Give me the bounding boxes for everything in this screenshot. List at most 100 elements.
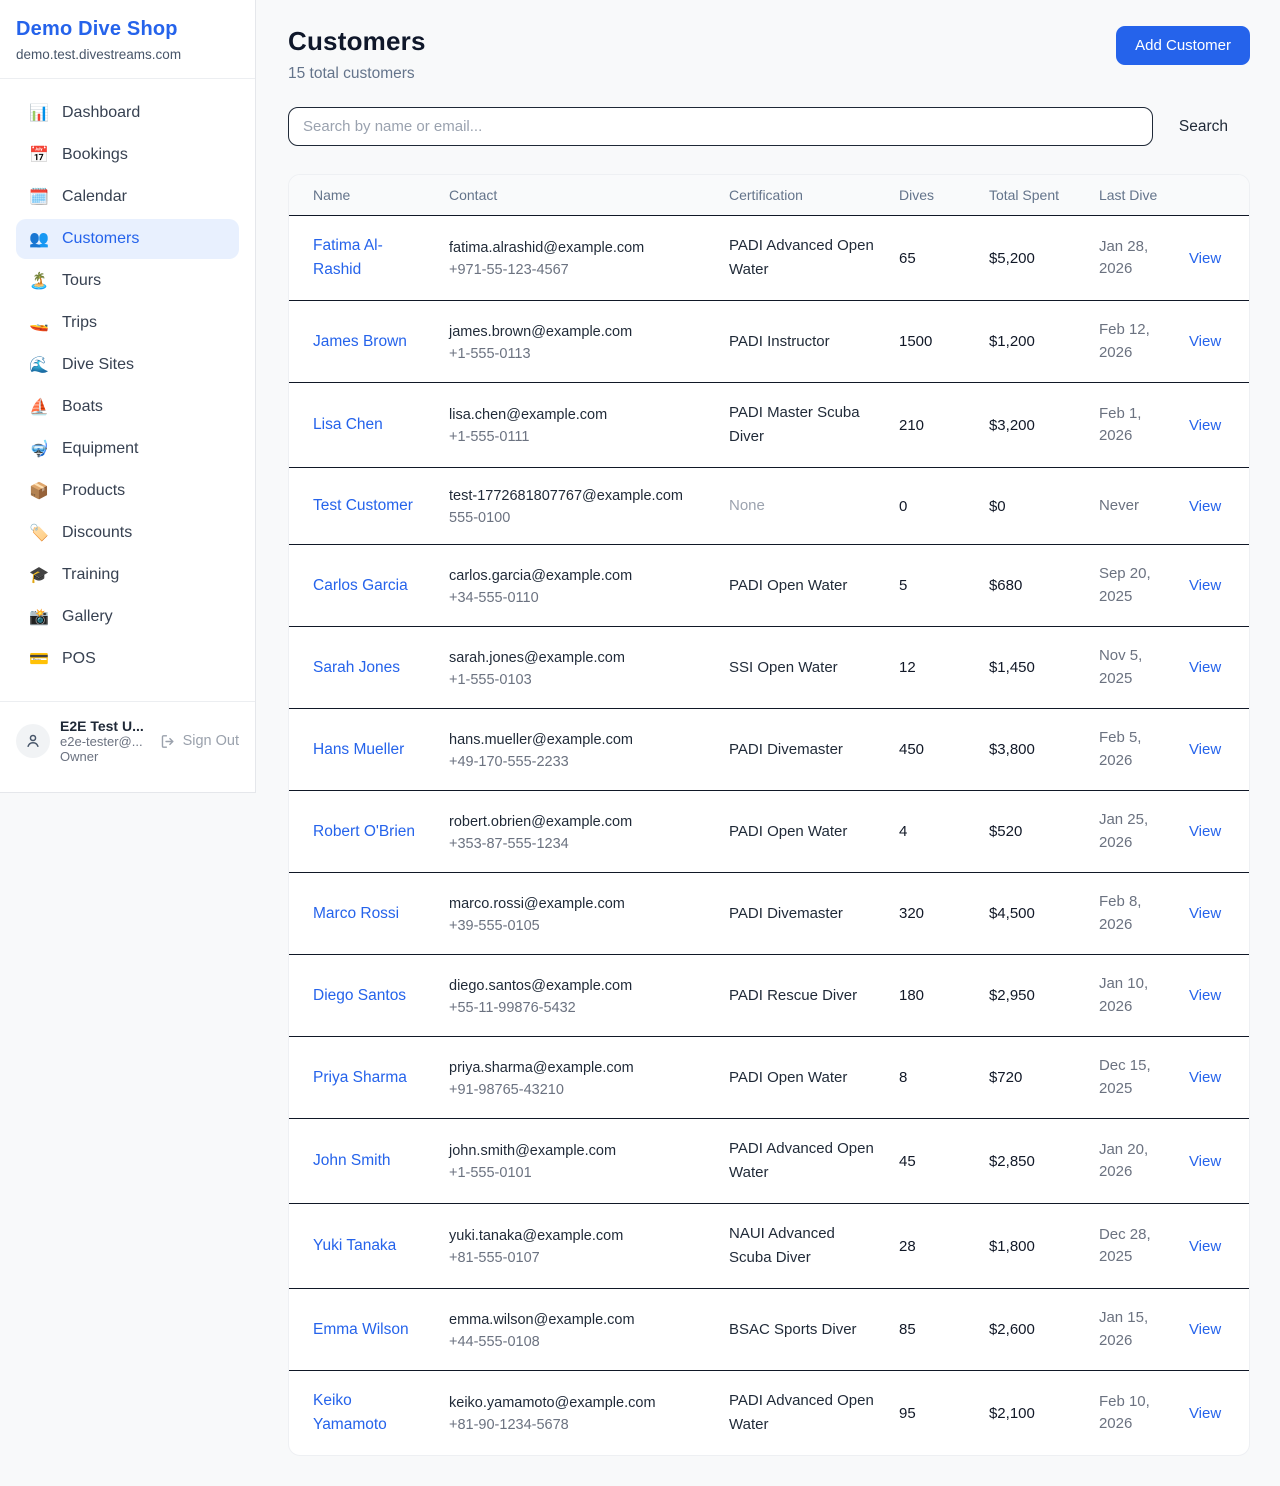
customer-total-spent: $2,600 [989,1321,1035,1338]
user-email: e2e-tester@... [60,734,150,749]
customer-name-link[interactable]: Test Customer [313,497,413,514]
avatar [16,724,50,758]
customer-email: marco.rossi@example.com [449,894,709,915]
customer-phone: +55-11-99876-5432 [449,1000,709,1016]
customer-phone: 555-0100 [449,510,709,526]
customer-certification: NAUI Advanced Scuba Diver [729,1225,835,1266]
wave-icon: 🌊 [28,355,50,375]
customer-table-body: Fatima Al-Rashid fatima.alrashid@example… [289,216,1249,1456]
sidebar-item-trips[interactable]: 🚤 Trips [16,303,239,343]
customer-name-link[interactable]: Carlos Garcia [313,577,408,594]
column-header-dives: Dives [889,175,979,216]
customer-email: john.smith@example.com [449,1141,709,1162]
sidebar-item-label: Boats [62,398,103,416]
customer-dives: 1500 [899,333,932,350]
customer-total-spent: $1,450 [989,659,1035,676]
view-customer-link[interactable]: View [1189,987,1221,1004]
sidebar-item-label: Equipment [62,440,139,458]
search-input[interactable] [288,107,1153,146]
view-customer-link[interactable]: View [1189,659,1221,676]
customer-phone: +91-98765-43210 [449,1082,709,1098]
view-customer-link[interactable]: View [1189,417,1221,434]
sidebar-item-label: Customers [62,230,139,248]
sidebar-item-bookings[interactable]: 📅 Bookings [16,135,239,175]
customer-name-link[interactable]: Sarah Jones [313,659,400,676]
customer-last-dive: Feb 10, 2026 [1099,1393,1150,1433]
table-row: Yuki Tanaka yuki.tanaka@example.com +81-… [289,1204,1249,1289]
calendar-icon: 📅 [28,145,50,165]
view-customer-link[interactable]: View [1189,498,1221,515]
search-button[interactable]: Search [1179,118,1228,136]
table-row: Test Customer test-1772681807767@example… [289,468,1249,545]
add-customer-button[interactable]: Add Customer [1116,26,1250,65]
customer-email: yuki.tanaka@example.com [449,1226,709,1247]
customer-phone: +1-555-0111 [449,429,709,445]
table-row: Carlos Garcia carlos.garcia@example.com … [289,545,1249,627]
sidebar-item-dashboard[interactable]: 📊 Dashboard [16,93,239,133]
customer-name-link[interactable]: Robert O'Brien [313,823,415,840]
view-customer-link[interactable]: View [1189,1153,1221,1170]
customer-dives: 180 [899,987,924,1004]
customer-phone: +39-555-0105 [449,918,709,934]
customer-name-link[interactable]: Marco Rossi [313,905,399,922]
customer-last-dive: Feb 12, 2026 [1099,321,1150,361]
customer-name-link[interactable]: Fatima Al-Rashid [313,237,383,278]
customer-email: carlos.garcia@example.com [449,566,709,587]
sidebar-item-boats[interactable]: ⛵ Boats [16,387,239,427]
view-customer-link[interactable]: View [1189,250,1221,267]
customer-certification: PADI Instructor [729,333,830,350]
customer-name-link[interactable]: John Smith [313,1152,391,1169]
customer-name-link[interactable]: Hans Mueller [313,741,404,758]
customer-name-link[interactable]: Lisa Chen [313,416,383,433]
view-customer-link[interactable]: View [1189,905,1221,922]
bar-chart-icon: 📊 [28,103,50,123]
sidebar-item-dive-sites[interactable]: 🌊 Dive Sites [16,345,239,385]
customer-name-link[interactable]: Priya Sharma [313,1069,407,1086]
customer-total-spent: $2,950 [989,987,1035,1004]
sidebar-item-equipment[interactable]: 🤿 Equipment [16,429,239,469]
customer-phone: +1-555-0103 [449,672,709,688]
customer-certification: SSI Open Water [729,659,838,676]
view-customer-link[interactable]: View [1189,1405,1221,1422]
sidebar-item-discounts[interactable]: 🏷️ Discounts [16,513,239,553]
view-customer-link[interactable]: View [1189,823,1221,840]
customer-dives: 95 [899,1405,916,1422]
diving-mask-icon: 🤿 [28,439,50,459]
sidebar-item-gallery[interactable]: 📸 Gallery [16,597,239,637]
view-customer-link[interactable]: View [1189,333,1221,350]
view-customer-link[interactable]: View [1189,1321,1221,1338]
customer-name-link[interactable]: Emma Wilson [313,1321,409,1338]
view-customer-link[interactable]: View [1189,1069,1221,1086]
search-bar: Search [288,107,1250,146]
graduation-cap-icon: 🎓 [28,565,50,585]
customer-name-link[interactable]: James Brown [313,333,407,350]
customer-phone: +81-555-0107 [449,1250,709,1266]
view-customer-link[interactable]: View [1189,577,1221,594]
customer-name-link[interactable]: Diego Santos [313,987,406,1004]
customer-last-dive: Jan 25, 2026 [1099,811,1148,851]
customer-email: hans.mueller@example.com [449,730,709,751]
sidebar-item-training[interactable]: 🎓 Training [16,555,239,595]
camera-icon: 📸 [28,607,50,627]
customer-certification: BSAC Sports Diver [729,1321,857,1338]
customer-dives: 28 [899,1238,916,1255]
customer-total-spent: $2,850 [989,1153,1035,1170]
view-customer-link[interactable]: View [1189,1238,1221,1255]
sign-out-button[interactable]: Sign Out [160,733,239,750]
customer-name-link[interactable]: Keiko Yamamoto [313,1392,387,1433]
customer-name-link[interactable]: Yuki Tanaka [313,1237,396,1254]
table-row: Sarah Jones sarah.jones@example.com +1-5… [289,627,1249,709]
table-row: Hans Mueller hans.mueller@example.com +4… [289,709,1249,791]
sidebar-item-products[interactable]: 📦 Products [16,471,239,511]
sidebar-user-section: E2E Test U... e2e-tester@... Owner Sign … [0,701,255,784]
sidebar-item-tours[interactable]: 🏝️ Tours [16,261,239,301]
customer-certification: PADI Master Scuba Diver [729,404,860,445]
table-row: Emma Wilson emma.wilson@example.com +44-… [289,1289,1249,1371]
sidebar-item-calendar[interactable]: 🗓️ Calendar [16,177,239,217]
customer-dives: 85 [899,1321,916,1338]
customer-total-spent: $1,800 [989,1238,1035,1255]
sidebar-item-customers[interactable]: 👥 Customers [16,219,239,259]
sidebar-item-pos[interactable]: 💳 POS [16,639,239,679]
customer-last-dive: Feb 5, 2026 [1099,729,1142,769]
view-customer-link[interactable]: View [1189,741,1221,758]
